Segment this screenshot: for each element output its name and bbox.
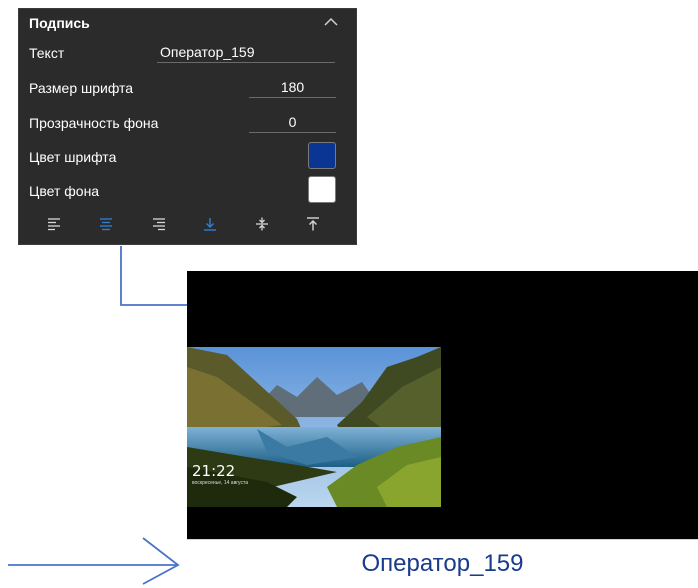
video-preview-frame: 21:22 воскресенье, 14 августа Оператор_1… xyxy=(187,271,698,588)
panel-connector-line xyxy=(120,246,187,306)
caption-overlay: Оператор_159 xyxy=(187,539,698,588)
caption-arrow-head xyxy=(142,537,180,585)
lockscreen-time: 21:22 xyxy=(192,462,236,480)
lockscreen-thumbnail: 21:22 воскресенье, 14 августа xyxy=(187,347,441,507)
lockscreen-date: воскресенье, 14 августа xyxy=(192,480,249,486)
